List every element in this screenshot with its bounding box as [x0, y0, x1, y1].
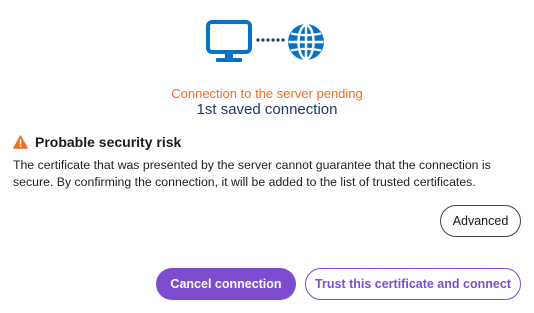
warning-heading: Probable security risk: [13, 134, 181, 150]
warning-description: The certificate that was presented by th…: [13, 158, 491, 189]
advanced-button[interactable]: Advanced: [440, 205, 521, 237]
certificate-dialog: Connection to the server pending 1st sav…: [0, 0, 534, 313]
warning-title: Probable security risk: [35, 134, 182, 150]
connection-name: 1st saved connection: [196, 101, 338, 118]
globe-icon: [288, 23, 324, 61]
connection-illustration: [0, 18, 534, 66]
trust-certificate-button[interactable]: Trust this certificate and connect: [305, 268, 521, 300]
monitor-icon: [206, 20, 252, 62]
connection-status: Connection to the server pending: [171, 86, 363, 101]
warning-triangle-icon: [13, 135, 28, 149]
dotted-connector: [256, 38, 285, 42]
cancel-connection-button[interactable]: Cancel connection: [156, 268, 296, 300]
